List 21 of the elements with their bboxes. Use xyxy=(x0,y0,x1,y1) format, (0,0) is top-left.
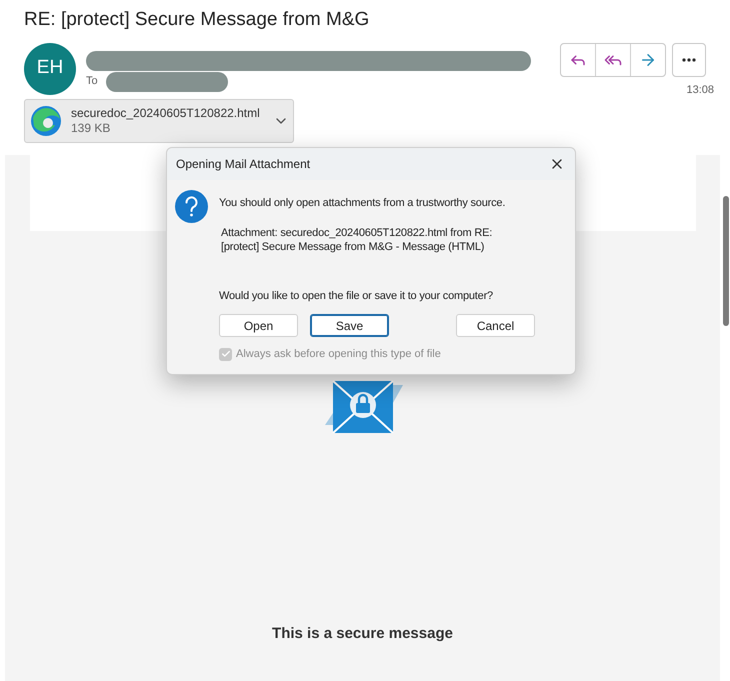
more-icon xyxy=(682,58,696,62)
question-icon xyxy=(175,190,208,223)
message-time: 13:08 xyxy=(686,82,714,98)
secure-message-text: This is a secure message xyxy=(272,624,453,644)
warning-text: You should only open attachments from a trustworthy source. xyxy=(219,196,506,211)
message-subject: RE: [protect] Secure Message from M&G xyxy=(24,8,370,32)
check-icon xyxy=(220,349,230,360)
attachment-name: securedoc_20240605T120822.html xyxy=(71,106,260,121)
question-text: Would you like to open the file or save it to your computer? xyxy=(219,288,494,304)
browser-logo-icon xyxy=(29,104,63,138)
to-label: To xyxy=(86,74,98,90)
dialog-title: Opening Mail Attachment xyxy=(176,156,310,173)
attachment-details: Attachment: securedoc_20240605T120822.html from RE: [protect] Secure Message from M&G - Message (HTML) xyxy=(221,226,494,254)
dialog-button[interactable]: Cancel xyxy=(456,314,535,337)
dialog-button[interactable]: Save xyxy=(310,314,389,337)
sender-avatar: EH xyxy=(24,42,76,94)
more-button[interactable] xyxy=(672,42,706,76)
checkbox-label: Always ask before opening this type of file xyxy=(236,347,441,362)
attachment-size: 139 KB xyxy=(71,121,112,136)
dialog-button[interactable]: Open xyxy=(219,314,298,337)
attachment-chip[interactable]: securedoc_20240605T120822.html 139 KB xyxy=(24,99,294,143)
